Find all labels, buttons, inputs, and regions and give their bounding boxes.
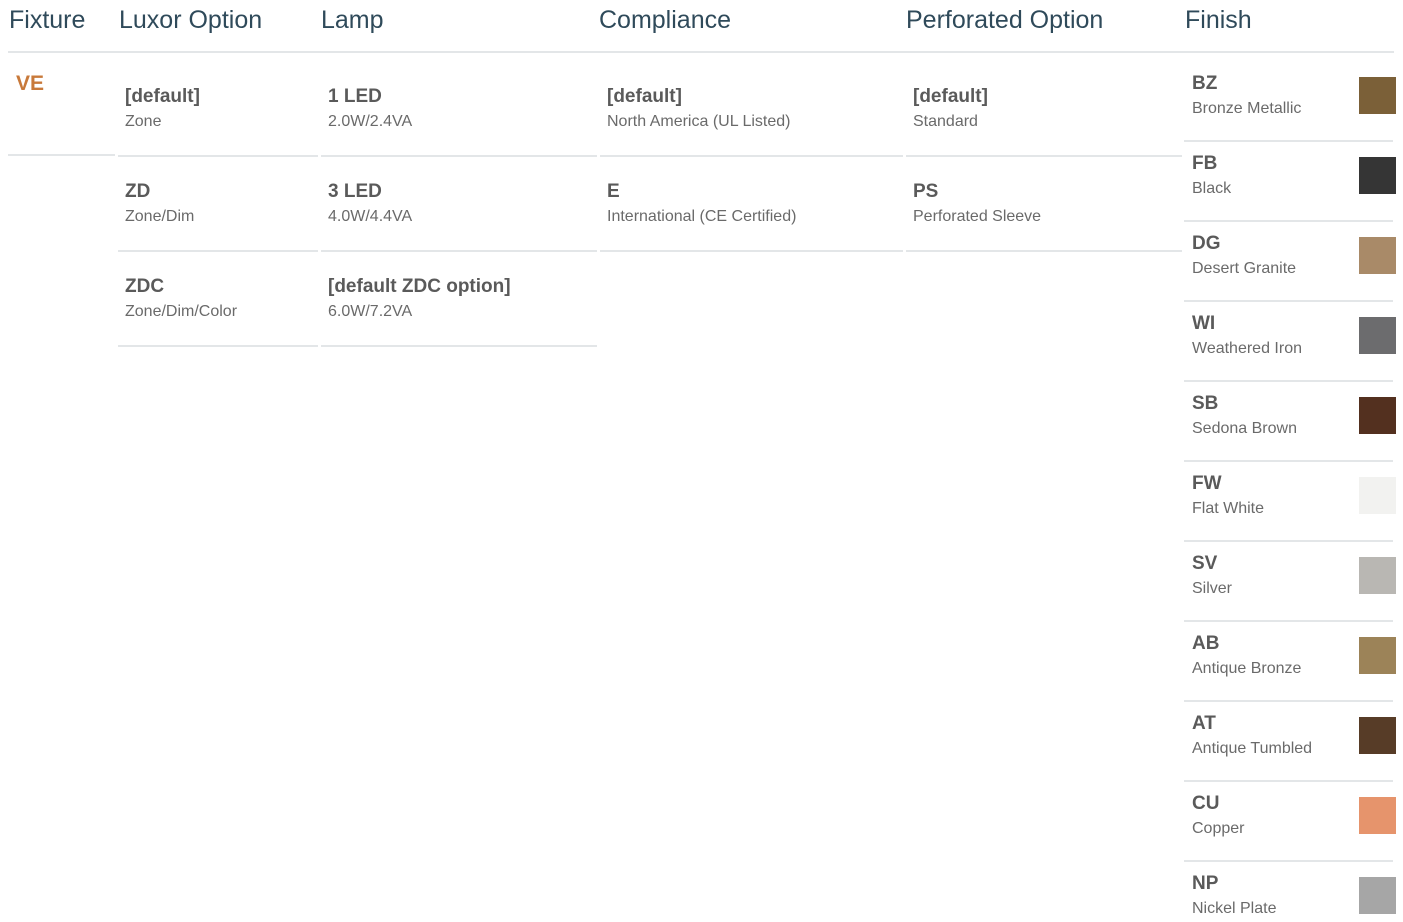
- finish-swatch: [1359, 557, 1396, 594]
- row-divider: [906, 250, 1182, 252]
- finish-item-sb[interactable]: SB Sedona Brown: [1184, 382, 1396, 462]
- row-divider: [321, 345, 597, 347]
- option-code: E: [607, 181, 620, 202]
- perforated-option-item[interactable]: PS Perforated Sleeve: [906, 159, 1182, 252]
- finish-code: FB: [1192, 153, 1218, 174]
- finish-swatch: [1359, 477, 1396, 514]
- header-lamp: Lamp: [321, 6, 384, 34]
- finish-swatch: [1359, 157, 1396, 194]
- option-code: ZDC: [125, 276, 165, 297]
- finish-desc: Black: [1192, 180, 1232, 197]
- finish-swatch: [1359, 877, 1396, 914]
- finish-desc: Bronze Metallic: [1192, 100, 1302, 117]
- lamp-item[interactable]: [default ZDC option] 6.0W/7.2VA: [321, 254, 597, 347]
- fixture-divider: [8, 154, 115, 156]
- option-desc: 2.0W/2.4VA: [328, 113, 413, 130]
- finish-swatch: [1359, 797, 1396, 834]
- finish-code: AB: [1192, 633, 1220, 654]
- option-code: [default]: [125, 86, 200, 107]
- finish-code: AT: [1192, 713, 1216, 734]
- finish-item-wi[interactable]: WI Weathered Iron: [1184, 302, 1396, 382]
- option-desc: International (CE Certified): [607, 208, 797, 225]
- finish-code: SB: [1192, 393, 1219, 414]
- luxor-option-item[interactable]: ZDC Zone/Dim/Color: [118, 254, 318, 347]
- option-desc: Standard: [913, 113, 978, 130]
- option-code: 3 LED: [328, 181, 382, 202]
- option-code: 1 LED: [328, 86, 382, 107]
- row-divider: [321, 155, 597, 157]
- header-fixture: Fixture: [9, 6, 86, 34]
- finish-item-fw[interactable]: FW Flat White: [1184, 462, 1396, 542]
- option-desc: Zone: [125, 113, 162, 130]
- finish-desc: Antique Bronze: [1192, 660, 1302, 677]
- row-divider: [118, 155, 318, 157]
- row-divider: [600, 155, 903, 157]
- finish-swatch: [1359, 77, 1396, 114]
- row-divider: [906, 155, 1182, 157]
- option-code: [default ZDC option]: [328, 276, 511, 297]
- finish-item-np[interactable]: NP Nickel Plate: [1184, 862, 1396, 922]
- option-desc: 4.0W/4.4VA: [328, 208, 413, 225]
- option-code: [default]: [607, 86, 682, 107]
- lamp-item[interactable]: 1 LED 2.0W/2.4VA: [321, 64, 597, 157]
- finish-desc: Desert Granite: [1192, 260, 1297, 277]
- option-desc: Zone/Dim: [125, 208, 195, 225]
- luxor-option-item[interactable]: ZD Zone/Dim: [118, 159, 318, 252]
- finish-swatch: [1359, 397, 1396, 434]
- row-divider: [321, 250, 597, 252]
- fixture-code[interactable]: VE: [16, 72, 44, 96]
- finish-code: CU: [1192, 793, 1220, 814]
- finish-desc: Nickel Plate: [1192, 900, 1277, 917]
- row-divider: [118, 250, 318, 252]
- row-divider: [118, 345, 318, 347]
- finish-swatch: [1359, 637, 1396, 674]
- finish-swatch: [1359, 237, 1396, 274]
- option-desc: North America (UL Listed): [607, 113, 791, 130]
- finish-swatch: [1359, 317, 1396, 354]
- luxor-option-item[interactable]: [default] Zone: [118, 64, 318, 157]
- finish-code: DG: [1192, 233, 1221, 254]
- finish-desc: Copper: [1192, 820, 1245, 837]
- finish-item-at[interactable]: AT Antique Tumbled: [1184, 702, 1396, 782]
- finish-desc: Weathered Iron: [1192, 340, 1302, 357]
- header-divider: [8, 51, 1394, 53]
- finish-item-fb[interactable]: FB Black: [1184, 142, 1396, 222]
- option-code: [default]: [913, 86, 988, 107]
- compliance-item[interactable]: E International (CE Certified): [600, 159, 903, 252]
- header-luxor-option: Luxor Option: [119, 6, 263, 34]
- finish-item-bz[interactable]: BZ Bronze Metallic: [1184, 62, 1396, 142]
- compliance-item[interactable]: [default] North America (UL Listed): [600, 64, 903, 157]
- option-desc: Perforated Sleeve: [913, 208, 1042, 225]
- header-compliance: Compliance: [599, 6, 732, 34]
- header-perforated-option: Perforated Option: [906, 6, 1104, 34]
- finish-item-cu[interactable]: CU Copper: [1184, 782, 1396, 862]
- option-desc: Zone/Dim/Color: [125, 303, 238, 320]
- perforated-option-item[interactable]: [default] Standard: [906, 64, 1182, 157]
- option-code: ZD: [125, 181, 151, 202]
- finish-code: SV: [1192, 553, 1218, 574]
- finish-item-dg[interactable]: DG Desert Granite: [1184, 222, 1396, 302]
- finish-code: NP: [1192, 873, 1219, 894]
- finish-item-sv[interactable]: SV Silver: [1184, 542, 1396, 622]
- finish-desc: Silver: [1192, 580, 1233, 597]
- finish-code: FW: [1192, 473, 1222, 494]
- finish-code: BZ: [1192, 73, 1218, 94]
- header-finish: Finish: [1185, 6, 1252, 34]
- row-divider: [600, 250, 903, 252]
- finish-code: WI: [1192, 313, 1216, 334]
- finish-item-ab[interactable]: AB Antique Bronze: [1184, 622, 1396, 702]
- option-code: PS: [913, 181, 939, 202]
- finish-desc: Antique Tumbled: [1192, 740, 1313, 757]
- finish-swatch: [1359, 717, 1396, 754]
- option-desc: 6.0W/7.2VA: [328, 303, 413, 320]
- finish-desc: Sedona Brown: [1192, 420, 1297, 437]
- finish-desc: Flat White: [1192, 500, 1265, 517]
- lamp-item[interactable]: 3 LED 4.0W/4.4VA: [321, 159, 597, 252]
